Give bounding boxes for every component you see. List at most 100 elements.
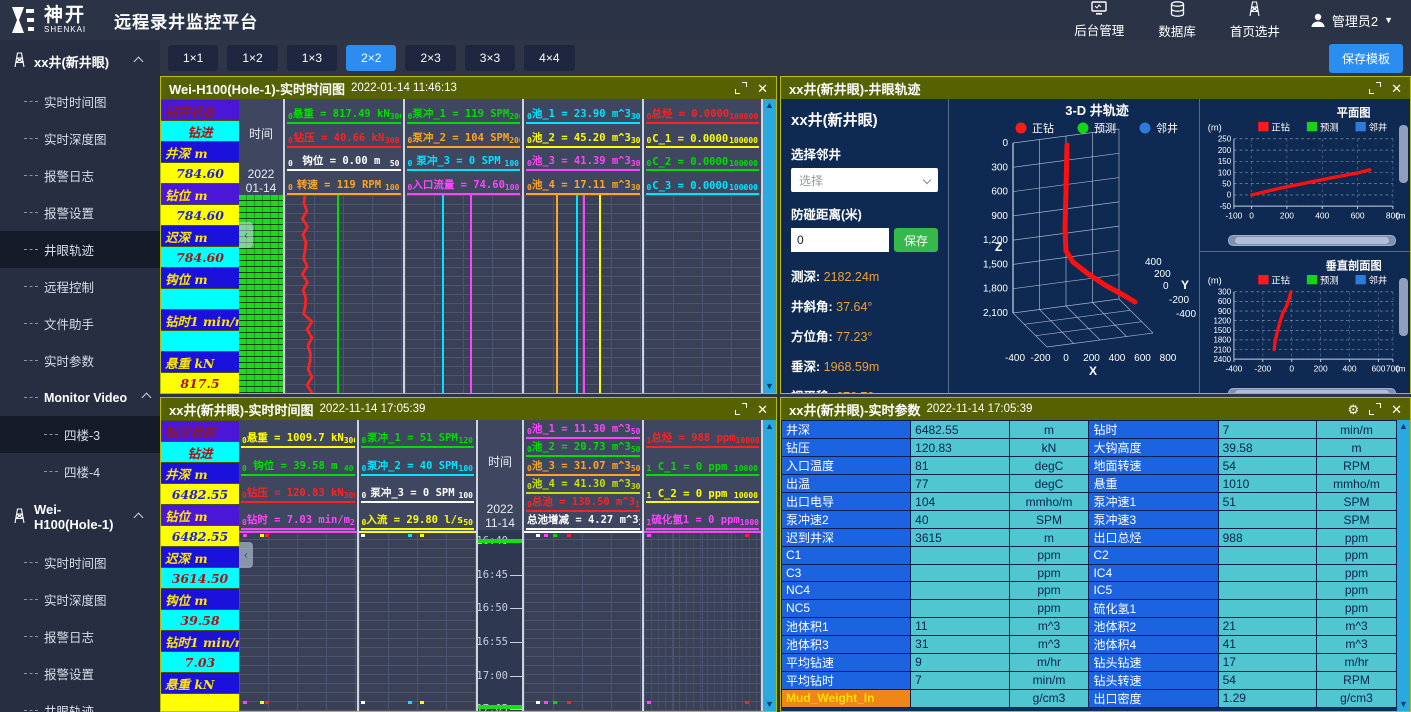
curve-header: 0池_4 = 41.30 m^3300 <box>526 477 640 494</box>
offset-well-select[interactable]: 选择 <box>791 168 938 192</box>
curve-max: 100000 <box>729 183 758 192</box>
expand-icon[interactable] <box>735 82 747 94</box>
grid-layout-button-1×2[interactable]: 1×2 <box>227 45 277 71</box>
sidebar-item-报警日志[interactable]: 报警日志 <box>0 157 160 194</box>
stat-label: 视平移: <box>791 390 836 394</box>
collapse-handle[interactable]: ‹ <box>239 222 253 248</box>
panel-title: Wei-H100(Hole-1)-实时时间图 <box>169 79 345 98</box>
sidebar-item-报警设置[interactable]: 报警设置 <box>0 655 160 692</box>
top-menu-admin-monitor[interactable]: 后台管理 <box>1074 1 1124 39</box>
expand-icon[interactable] <box>1369 403 1381 415</box>
track-plot-area <box>359 530 477 711</box>
vertical-slider[interactable] <box>1399 278 1408 336</box>
save-distance-button[interactable]: 保存 <box>894 228 938 252</box>
sidebar-root-xx井(新井眼)[interactable]: xx井(新井眼) <box>0 40 160 83</box>
sidebar-item-实时参数[interactable]: 实时参数 <box>0 342 160 379</box>
sidebar-item-实时深度图[interactable]: 实时深度图 <box>0 120 160 157</box>
close-icon[interactable]: ✕ <box>1391 82 1402 95</box>
top-menu-database[interactable]: 数据库 <box>1158 1 1196 40</box>
scroll-down-icon[interactable]: ▼ <box>765 380 774 393</box>
table-row: 池体积331m^3池体积441m^3 <box>782 635 1397 653</box>
param-column: 钻井状态钻进井深 m784.60钻位 m784.60迟深 m784.60钩位 m… <box>161 99 239 393</box>
curve-header: 1总烃 = 988 ppm10000 <box>646 422 760 448</box>
scrollbar-thumb[interactable] <box>1235 237 1389 244</box>
expand-icon[interactable] <box>1369 82 1381 94</box>
close-icon[interactable]: ✕ <box>1391 403 1402 416</box>
sidebar-item-文件助手[interactable]: 文件助手 <box>0 305 160 342</box>
sidebar-root-Wei-H100(Hole-1)[interactable]: Wei-H100(Hole-1) <box>0 490 160 544</box>
param-label: 井深 m <box>161 142 239 162</box>
sidebar-item-井眼轨迹[interactable]: 井眼轨迹 <box>0 692 160 712</box>
sidebar-item-实时时间图[interactable]: 实时时间图 <box>0 544 160 581</box>
sidebar-item-远程控制[interactable]: 远程控制 <box>0 268 160 305</box>
param-name-cell: 大钩高度 <box>1089 439 1218 457</box>
sidebar-item-井眼轨迹[interactable]: 井眼轨迹 <box>0 231 160 268</box>
scroll-up-icon[interactable]: ▲ <box>765 420 774 433</box>
param-value-cell: 39.58 <box>1218 439 1316 457</box>
curve-header: 0池_3 = 41.39 m^3300 <box>526 149 640 172</box>
scroll-down-icon[interactable]: ▼ <box>765 698 774 711</box>
param-value-cell <box>1218 564 1316 582</box>
curve-max: 300 <box>631 482 640 491</box>
grid-layout-button-2×3[interactable]: 2×3 <box>405 45 455 71</box>
sidebar-item-报警日志[interactable]: 报警日志 <box>0 618 160 655</box>
vertical-scrollbar[interactable]: ▲▼ <box>763 420 776 711</box>
stat-label: 测深: <box>791 270 824 284</box>
strip-chart-body: 钻井状态钻进井深 m6482.55钻位 m6482.55迟深 m3614.50钩… <box>161 420 776 711</box>
param-value-cell <box>1218 582 1316 600</box>
svg-text:200: 200 <box>1280 210 1294 220</box>
param-label: 钩位 m <box>161 589 239 609</box>
svg-text:200: 200 <box>1218 146 1232 155</box>
curve-line <box>442 195 444 393</box>
grid-layout-button-1×1[interactable]: 1×1 <box>168 45 218 71</box>
scroll-up-icon[interactable]: ▲ <box>1399 420 1408 433</box>
close-icon[interactable]: ✕ <box>757 403 768 416</box>
svg-text:400: 400 <box>1109 353 1126 364</box>
table-row: 泵冲速240SPM泵冲速3SPM <box>782 511 1397 529</box>
table-row: C3ppmIC4ppm <box>782 564 1397 582</box>
sidebar-item-label: 四楼-4 <box>64 462 100 481</box>
curve-max: 200 <box>509 112 520 121</box>
curve-label: 池_3 = 31.07 m^3 <box>532 458 631 472</box>
param-value-cell <box>911 599 1009 617</box>
save-template-button[interactable]: 保存模板 <box>1329 44 1403 73</box>
grid-layout-button-2×2[interactable]: 2×2 <box>346 45 396 71</box>
top-menu-derrick[interactable]: 首页选井 <box>1230 1 1280 40</box>
horizontal-scrollbar[interactable] <box>1228 235 1396 246</box>
vertical-scrollbar[interactable]: ▲▼ <box>763 99 776 393</box>
scroll-down-icon[interactable]: ▼ <box>1399 698 1408 711</box>
curve-header: 0总池 = 130.50 m^3198 <box>526 495 640 512</box>
horizontal-scrollbar[interactable] <box>1228 388 1396 394</box>
param-unit-cell: RPM <box>1317 457 1397 475</box>
vertical-scrollbar[interactable]: ▲▼ <box>1397 420 1410 711</box>
param-value: 784.60 <box>161 205 239 225</box>
expand-icon[interactable] <box>735 403 747 415</box>
gear-icon[interactable]: ⚙ <box>1347 403 1359 416</box>
scrollbar-thumb[interactable] <box>1235 390 1389 394</box>
vertical-slider[interactable] <box>1399 125 1408 183</box>
param-value-cell: 104 <box>911 493 1009 511</box>
svg-text:正钻: 正钻 <box>1271 121 1290 132</box>
sidebar-item-label: 井眼轨迹 <box>44 240 94 259</box>
data-dot <box>553 701 557 704</box>
grid-layout-button-3×3[interactable]: 3×3 <box>465 45 515 71</box>
curve-header: 1C_1 = 0 ppm10000 <box>646 449 760 475</box>
sidebar-item-实时时间图[interactable]: 实时时间图 <box>0 83 160 120</box>
grid-layout-button-1×3[interactable]: 1×3 <box>287 45 337 71</box>
sidebar-item-Monitor Video[interactable]: Monitor Video <box>0 379 160 416</box>
user-menu[interactable]: 管理员2 ▼ <box>1310 11 1393 30</box>
grid-layout-button-4×4[interactable]: 4×4 <box>524 45 574 71</box>
table-row: 出口电导104mmho/m泵冲速151SPM <box>782 493 1397 511</box>
curve-track: 0总烃 = 0.00001000000C_1 = 0.00001000000C_… <box>644 99 764 393</box>
sidebar-item-四楼-4[interactable]: 四楼-4 <box>0 453 160 490</box>
sidebar-item-四楼-3[interactable]: 四楼-3 <box>0 416 160 453</box>
collapse-handle[interactable]: ‹ <box>239 542 253 568</box>
close-icon[interactable]: ✕ <box>757 82 768 95</box>
curve-max: 3000 <box>344 436 355 445</box>
distance-input[interactable] <box>791 228 889 252</box>
scroll-up-icon[interactable]: ▲ <box>765 99 774 112</box>
data-dot <box>260 701 264 704</box>
param-name-cell: 井深 <box>782 421 911 439</box>
sidebar-item-实时深度图[interactable]: 实时深度图 <box>0 581 160 618</box>
sidebar-item-报警设置[interactable]: 报警设置 <box>0 194 160 231</box>
